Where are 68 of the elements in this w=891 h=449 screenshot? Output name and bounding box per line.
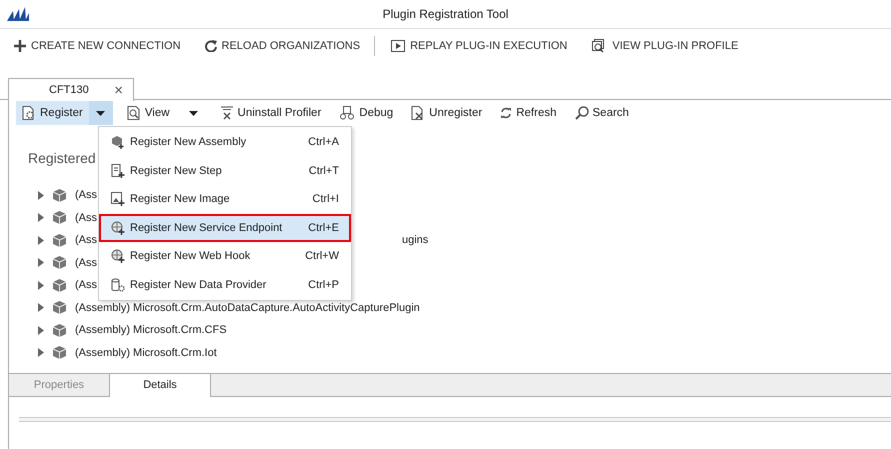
assembly-label[interactable]: (Ass xyxy=(75,234,97,246)
menu-item[interactable]: Register New Image Ctrl+I xyxy=(99,185,351,214)
window-title: Plugin Registration Tool xyxy=(382,7,510,21)
cube-icon xyxy=(53,256,66,270)
image-plus-icon xyxy=(111,192,125,206)
document-plus-icon xyxy=(111,164,125,178)
expand-arrow-icon[interactable] xyxy=(38,213,44,222)
command-button[interactable]: Uninstall Profiler xyxy=(214,101,328,125)
toolbar-button[interactable]: VIEW PLUG-IN PROFILE xyxy=(585,37,744,55)
command-button[interactable]: Refresh xyxy=(494,101,563,125)
toolbar-button[interactable]: CREATE NEW CONNECTION xyxy=(8,38,187,54)
cube-icon xyxy=(53,346,66,360)
uninstall-icon xyxy=(220,106,234,120)
refresh-icon xyxy=(500,107,512,119)
plus-icon xyxy=(14,40,26,52)
cube-icon xyxy=(53,211,66,224)
toolbar-button[interactable]: RELOAD ORGANIZATIONS xyxy=(198,38,366,54)
cube-icon xyxy=(53,234,66,247)
expand-arrow-icon[interactable] xyxy=(38,190,44,200)
section-heading: Registered xyxy=(28,150,97,166)
menu-item[interactable]: Register New Step Ctrl+T xyxy=(99,156,351,185)
expand-arrow-icon[interactable] xyxy=(38,258,44,268)
toolbar-button[interactable]: REPLAY PLUG-IN EXECUTION xyxy=(385,38,574,54)
assembly-label[interactable]: (Ass xyxy=(75,189,97,202)
cube-icon xyxy=(53,324,66,337)
expand-arrow-icon[interactable] xyxy=(38,236,44,245)
magnifier-document-icon xyxy=(126,106,141,120)
menu-item[interactable]: Register New Assembly Ctrl+A xyxy=(99,128,351,156)
tab-label: CFT130 xyxy=(49,84,89,96)
cube-icon xyxy=(53,301,66,314)
assembly-label[interactable]: (Assembly) Microsoft.Crm.Iot xyxy=(75,346,217,359)
unregister-icon xyxy=(411,106,426,120)
cube-plus-icon xyxy=(111,135,125,150)
database-gear-icon xyxy=(111,278,125,292)
expand-arrow-icon[interactable] xyxy=(38,348,44,358)
command-button[interactable]: Unregister xyxy=(405,101,488,125)
expand-arrow-icon[interactable] xyxy=(38,280,44,290)
search-icon xyxy=(574,106,589,120)
connection-tab[interactable]: CFT130 × xyxy=(8,78,134,101)
assembly-label[interactable]: (Ass xyxy=(75,212,97,224)
app-logo-icon xyxy=(7,7,29,21)
assembly-label[interactable]: (Assembly) Microsoft.Crm.CFS xyxy=(75,324,227,336)
cube-icon xyxy=(53,188,66,202)
dropdown-button[interactable] xyxy=(88,101,113,125)
expand-arrow-icon[interactable] xyxy=(38,326,44,335)
menu-item[interactable]: Register New Data Provider Ctrl+P xyxy=(99,270,351,299)
command-button[interactable]: Register xyxy=(16,101,89,125)
caret-icon xyxy=(96,110,106,116)
debug-icon xyxy=(339,106,356,120)
command-button[interactable]: View xyxy=(120,101,176,125)
assembly-label[interactable]: (Ass xyxy=(75,279,97,292)
globe-plus-icon xyxy=(111,220,125,235)
panel-tab[interactable]: Details xyxy=(110,374,211,397)
expand-arrow-icon[interactable] xyxy=(38,303,44,312)
gear-document-icon xyxy=(22,106,36,120)
cube-icon xyxy=(53,278,66,292)
caret-icon xyxy=(189,110,198,116)
globe-plus-icon xyxy=(111,249,125,264)
assembly-label[interactable]: ugins xyxy=(402,234,428,246)
play-icon xyxy=(391,40,406,52)
menu-item[interactable]: Register New Service Endpoint Ctrl+E xyxy=(99,214,351,242)
command-button[interactable]: Search xyxy=(568,101,635,125)
assembly-label[interactable]: (Assembly) Microsoft.Crm.AutoDataCapture.AutoActivityCapturePlugin xyxy=(75,302,420,314)
close-icon[interactable]: × xyxy=(114,82,123,98)
command-button[interactable]: Debug xyxy=(333,101,400,125)
assembly-label[interactable]: (Ass xyxy=(75,256,97,269)
menu-item[interactable]: Register New Web Hook Ctrl+W xyxy=(99,242,351,270)
reload-icon xyxy=(204,40,217,52)
